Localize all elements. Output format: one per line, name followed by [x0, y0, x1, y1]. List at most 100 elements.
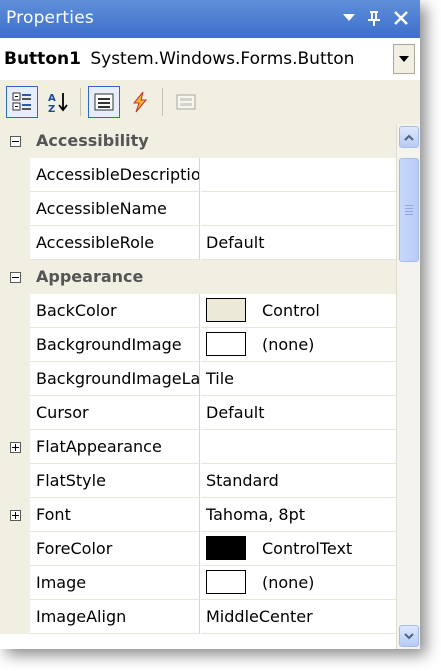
property-value[interactable]: (none)	[201, 328, 396, 362]
property-value-text: Control	[262, 301, 320, 320]
property-value-text: (none)	[262, 335, 315, 354]
property-name: ImageAlign	[30, 600, 200, 634]
property-name: BackColor	[30, 294, 200, 328]
plus-icon	[9, 509, 21, 521]
expand-toggle[interactable]	[0, 430, 30, 464]
svg-text:Z: Z	[48, 104, 55, 114]
property-name: AccessibleName	[30, 192, 200, 226]
property-name: Font	[30, 498, 200, 532]
svg-text:A: A	[48, 93, 56, 104]
property-value[interactable]: Control	[201, 294, 396, 328]
events-button[interactable]	[124, 86, 156, 118]
property-value[interactable]: MiddleCenter	[201, 600, 396, 634]
vertical-scrollbar[interactable]	[396, 124, 420, 649]
property-value[interactable]: Tahoma, 8pt	[201, 498, 396, 532]
pin-icon	[368, 11, 380, 26]
category-row[interactable]: Appearance	[0, 260, 396, 294]
properties-window: Properties Button1 System.Windows.Forms.…	[0, 0, 420, 649]
collapse-toggle[interactable]	[0, 260, 30, 294]
color-swatch	[206, 298, 246, 322]
property-value[interactable]	[201, 158, 396, 192]
chevron-down-icon	[399, 56, 409, 62]
selected-object-type: System.Windows.Forms.Button	[90, 49, 355, 69]
property-pages-icon	[176, 94, 196, 110]
property-name: Image	[30, 566, 200, 600]
row-gutter	[0, 158, 30, 192]
window-title: Properties	[6, 8, 94, 28]
property-value-text: MiddleCenter	[206, 607, 313, 626]
property-row[interactable]: ImageAlign MiddleCenter	[0, 600, 396, 634]
object-selector[interactable]: Button1 System.Windows.Forms.Button	[0, 38, 420, 81]
row-gutter	[0, 566, 30, 600]
property-name: BackgroundImage	[30, 328, 200, 362]
row-gutter	[0, 396, 30, 430]
object-selector-dropdown-button[interactable]	[393, 44, 415, 74]
row-gutter	[0, 362, 30, 396]
property-row[interactable]: Image (none)	[0, 566, 396, 600]
title-bar[interactable]: Properties	[0, 0, 420, 38]
color-swatch	[206, 570, 246, 594]
color-swatch	[206, 332, 246, 356]
property-name: FlatStyle	[30, 464, 200, 498]
sort-az-icon: A Z	[48, 93, 68, 114]
property-value-text: Default	[206, 403, 265, 422]
property-row[interactable]: AccessibleRole Default	[0, 226, 396, 260]
property-row[interactable]: ForeColor ControlText	[0, 532, 396, 566]
property-name: ForeColor	[30, 532, 200, 566]
property-value-text: (none)	[262, 573, 315, 592]
expand-toggle[interactable]	[0, 498, 30, 532]
property-pages-button[interactable]	[170, 86, 202, 118]
property-value-text: Default	[206, 233, 265, 252]
categorized-button[interactable]	[6, 86, 38, 118]
property-name: AccessibleDescription	[30, 158, 200, 192]
category-row[interactable]: Accessibility	[0, 124, 396, 158]
property-value-text: Tahoma, 8pt	[206, 505, 306, 524]
property-row[interactable]: FlatAppearance	[0, 430, 396, 464]
property-row[interactable]: BackgroundImageLayout Tile	[0, 362, 396, 396]
scroll-down-button[interactable]	[399, 625, 419, 647]
property-row[interactable]: AccessibleDescription	[0, 158, 396, 192]
property-row[interactable]: FlatStyle Standard	[0, 464, 396, 498]
property-row[interactable]: BackColor Control	[0, 294, 396, 328]
scroll-thumb[interactable]	[399, 158, 419, 262]
minus-icon	[9, 271, 21, 283]
property-value-text: Tile	[206, 369, 235, 388]
property-value[interactable]: Default	[201, 396, 396, 430]
property-row[interactable]: AccessibleName	[0, 192, 396, 226]
close-button[interactable]	[390, 6, 412, 30]
alphabetical-button[interactable]: A Z	[42, 86, 74, 118]
property-value[interactable]: Default	[201, 226, 396, 260]
property-name: Cursor	[30, 396, 200, 430]
property-value-text: ControlText	[262, 539, 353, 558]
plus-icon	[9, 441, 21, 453]
chevron-down-icon	[343, 14, 355, 21]
category-label: Accessibility	[36, 131, 149, 150]
property-value[interactable]: Standard	[201, 464, 396, 498]
scroll-up-button[interactable]	[399, 126, 419, 148]
properties-toolbar: A Z	[0, 80, 420, 125]
collapse-toggle[interactable]	[0, 124, 30, 158]
categorized-icon	[12, 92, 31, 111]
row-gutter	[0, 294, 30, 328]
property-row[interactable]: Cursor Default	[0, 396, 396, 430]
close-icon	[394, 11, 408, 25]
property-value[interactable]: (none)	[201, 566, 396, 600]
row-gutter	[0, 328, 30, 362]
object-selector-field[interactable]: Button1 System.Windows.Forms.Button	[4, 44, 389, 74]
chevron-up-icon	[404, 134, 414, 141]
toolbar-separator	[162, 88, 163, 116]
property-row[interactable]: BackgroundImage (none)	[0, 328, 396, 362]
auto-hide-pin-button[interactable]	[363, 6, 385, 30]
property-value[interactable]	[201, 430, 396, 464]
row-gutter	[0, 192, 30, 226]
property-grid: Accessibility AccessibleDescription Access…	[0, 124, 396, 649]
property-value[interactable]: Tile	[201, 362, 396, 396]
property-row[interactable]: Font Tahoma, 8pt	[0, 498, 396, 532]
window-position-dropdown-button[interactable]	[338, 6, 360, 30]
property-value[interactable]: ControlText	[201, 532, 396, 566]
properties-button[interactable]	[88, 86, 120, 118]
property-name: BackgroundImageLayout	[30, 362, 200, 396]
row-gutter	[0, 600, 30, 634]
property-value[interactable]	[201, 192, 396, 226]
property-value-text: Standard	[206, 471, 279, 490]
